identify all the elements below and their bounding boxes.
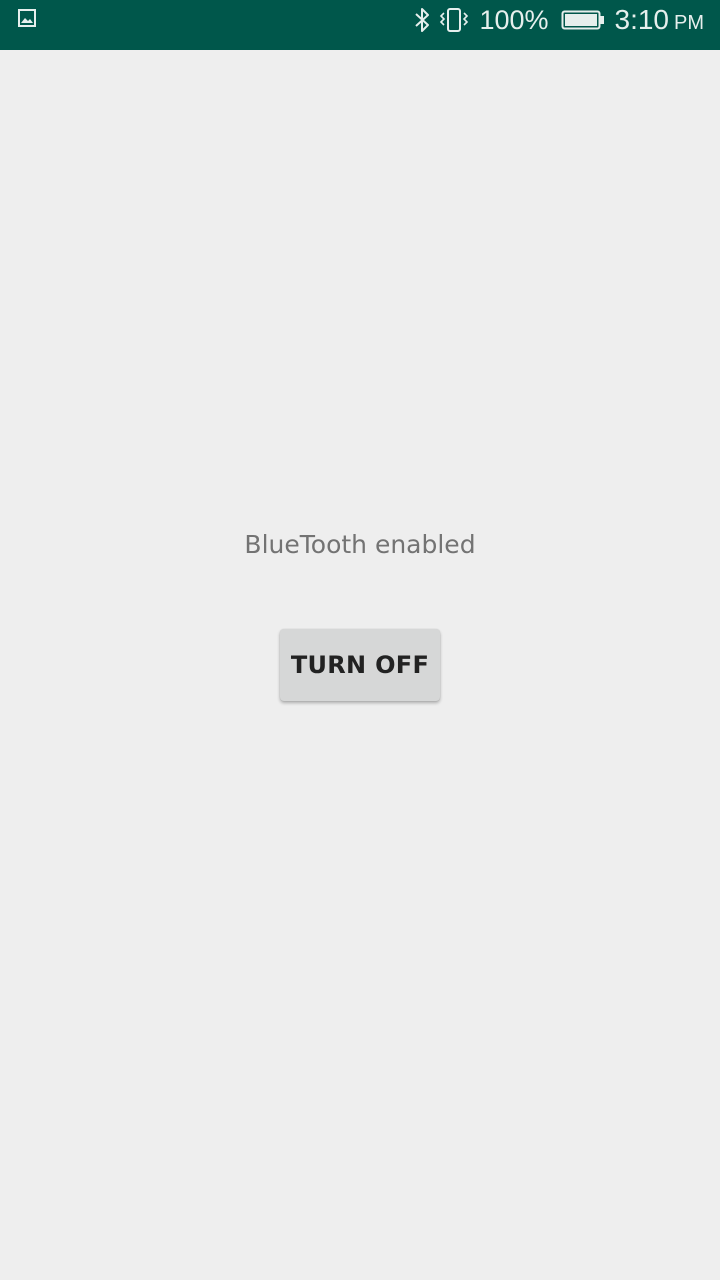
bluetooth-status-label: BlueTooth enabled (244, 530, 476, 559)
status-bar: 100% 3:10 PM (0, 0, 720, 50)
battery-full-icon (561, 9, 605, 31)
battery-percent: 100% (479, 4, 549, 35)
bluetooth-icon (411, 7, 433, 33)
clock: 3:10 PM (615, 4, 705, 36)
vibrate-icon (439, 7, 469, 33)
image-notification-icon (18, 9, 38, 29)
turn-off-button[interactable]: TURN OFF (280, 629, 440, 701)
clock-ampm: PM (674, 12, 704, 34)
status-bar-right: 100% 3:10 PM (411, 0, 704, 40)
clock-time: 3:10 (614, 4, 670, 35)
